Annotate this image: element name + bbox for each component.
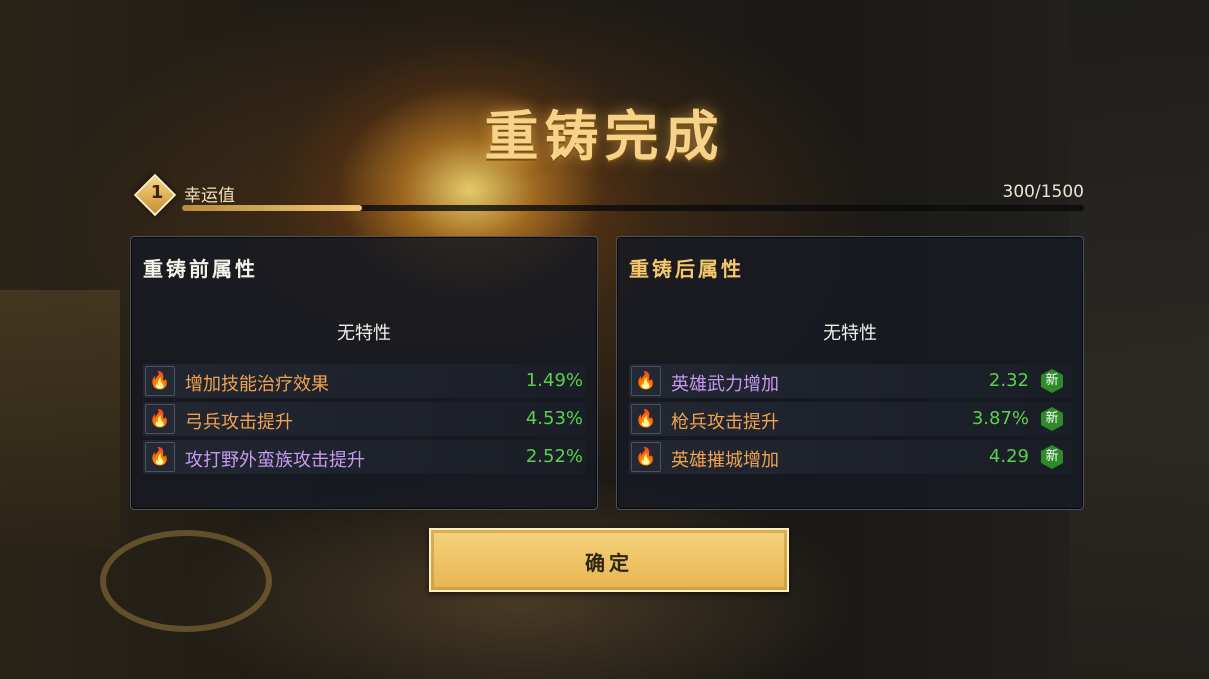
attribute-name: 英雄武力增加 (671, 374, 779, 395)
background-ring (100, 530, 272, 632)
luck-level: 1 (150, 182, 164, 203)
attribute-value: 3.87% (971, 408, 1029, 429)
after-attributes-panel: 重铸后属性 无特性 🔥 英雄武力增加 2.32 新 🔥 枪兵攻击提升 3.87%… (616, 236, 1084, 510)
new-badge: 新 (1041, 407, 1063, 431)
luck-label: 幸运值 (184, 186, 235, 206)
attribute-value: 2.32 (988, 370, 1029, 391)
confirm-button[interactable]: 确定 (429, 528, 789, 592)
before-trait: 无特性 (337, 323, 391, 344)
before-attribute-list: 🔥 增加技能治疗效果 1.49% 🔥 弓兵攻击提升 4.53% 🔥 攻打野外蛮族… (143, 364, 585, 478)
luck-progress-fill (182, 205, 363, 211)
attribute-row: 🔥 英雄武力增加 2.32 新 (629, 364, 1071, 398)
attribute-row: 🔥 增加技能治疗效果 1.49% (143, 364, 585, 398)
attribute-row: 🔥 弓兵攻击提升 4.53% (143, 402, 585, 436)
confirm-button-label: 确定 (585, 551, 633, 575)
flame-icon: 🔥 (631, 366, 661, 396)
flame-icon: 🔥 (631, 442, 661, 472)
before-panel-title: 重铸前属性 (143, 257, 258, 281)
attribute-value: 4.53% (525, 408, 583, 429)
after-panel-title: 重铸后属性 (629, 257, 744, 281)
attribute-row: 🔥 枪兵攻击提升 3.87% 新 (629, 402, 1071, 436)
after-trait: 无特性 (823, 323, 877, 344)
attribute-name: 枪兵攻击提升 (671, 412, 779, 433)
attribute-name: 英雄摧城增加 (671, 450, 779, 471)
attribute-name: 弓兵攻击提升 (185, 412, 293, 433)
flame-icon: 🔥 (145, 366, 175, 396)
new-badge: 新 (1041, 369, 1063, 393)
attribute-name: 攻打野外蛮族攻击提升 (185, 450, 365, 471)
flame-icon: 🔥 (145, 404, 175, 434)
flame-icon: 🔥 (631, 404, 661, 434)
attribute-value: 2.52% (525, 446, 583, 467)
attribute-value: 4.29 (988, 446, 1029, 467)
luck-progress-bar (182, 205, 1084, 211)
attribute-row: 🔥 英雄摧城增加 4.29 新 (629, 440, 1071, 474)
luck-value: 300/1500 (1002, 182, 1084, 202)
attribute-value: 1.49% (525, 370, 583, 391)
flame-icon: 🔥 (145, 442, 175, 472)
luck-row: 1 幸运值 300/1500 (133, 173, 1084, 217)
attribute-name: 增加技能治疗效果 (185, 374, 329, 395)
background-cloth (0, 290, 120, 550)
attribute-row: 🔥 攻打野外蛮族攻击提升 2.52% (143, 440, 585, 474)
new-badge: 新 (1041, 445, 1063, 469)
after-attribute-list: 🔥 英雄武力增加 2.32 新 🔥 枪兵攻击提升 3.87% 新 🔥 英雄摧城增… (629, 364, 1071, 478)
page-title: 重铸完成 (484, 104, 725, 168)
before-attributes-panel: 重铸前属性 无特性 🔥 增加技能治疗效果 1.49% 🔥 弓兵攻击提升 4.53… (130, 236, 598, 510)
